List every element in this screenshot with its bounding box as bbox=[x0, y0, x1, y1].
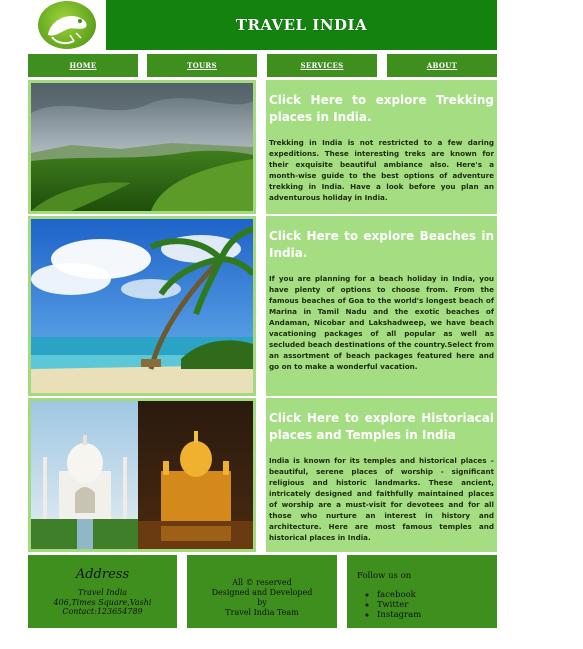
nav-tours-link[interactable]: TOURS bbox=[147, 54, 257, 77]
beaches-text-panel: Click Here to explore Beaches in India. … bbox=[266, 216, 497, 396]
trekking-description: Trekking in India is not restricted to a… bbox=[269, 138, 494, 202]
credits-line: All © reserved bbox=[232, 578, 292, 587]
trekking-image-frame bbox=[28, 80, 256, 214]
address-line: Contact:123654789 bbox=[62, 607, 143, 616]
historical-description: India is known for its temples and histo… bbox=[269, 456, 494, 542]
address-lines: Travel India 406,Times Square,Vashi Cont… bbox=[28, 588, 177, 617]
beaches-image-frame bbox=[28, 216, 256, 396]
header-bar: TRAVEL INDIA bbox=[106, 0, 497, 50]
follow-heading: Follow us on bbox=[357, 571, 412, 581]
facebook-link[interactable]: facebook bbox=[377, 590, 497, 600]
site-title: TRAVEL INDIA bbox=[235, 16, 368, 34]
chameleon-logo-icon bbox=[38, 1, 96, 49]
footer-credits: All © reserved Designed and Developed by… bbox=[187, 555, 337, 628]
trekking-explore-link[interactable]: Click Here to explore Trekking places in… bbox=[269, 92, 494, 126]
credits-line: Travel India Team bbox=[225, 608, 299, 617]
historical-explore-link[interactable]: Click Here to explore Historiacal places… bbox=[269, 410, 494, 444]
nav-home-link[interactable]: HOME bbox=[28, 54, 138, 77]
trekking-section: Click Here to explore Trekking places in… bbox=[28, 80, 497, 214]
social-links: facebook Twitter Instagram bbox=[347, 590, 497, 620]
address-line: 406,Times Square,Vashi bbox=[53, 597, 152, 607]
historical-section: Click Here to explore Historiacal places… bbox=[28, 398, 497, 552]
address-heading: Address bbox=[75, 567, 130, 582]
beaches-explore-link[interactable]: Click Here to explore Beaches in India. bbox=[269, 228, 494, 262]
beaches-section: Click Here to explore Beaches in India. … bbox=[28, 216, 497, 396]
credits-line: Designed and Developed bbox=[211, 588, 313, 597]
nav-about-link[interactable]: ABOUT bbox=[387, 54, 497, 77]
mountain-landscape-image bbox=[31, 83, 253, 211]
historical-text-panel: Click Here to explore Historiacal places… bbox=[266, 398, 497, 552]
address-line: Travel India bbox=[77, 588, 128, 597]
trekking-text-panel: Click Here to explore Trekking places in… bbox=[266, 80, 497, 214]
footer-address: Address Travel India 406,Times Square,Va… bbox=[28, 555, 177, 628]
twitter-link[interactable]: Twitter bbox=[377, 600, 497, 610]
credits-text: All © reserved Designed and Developed by… bbox=[187, 555, 337, 618]
historical-image-frame bbox=[28, 398, 256, 552]
taj-mahal-golden-temple-image bbox=[31, 401, 253, 549]
beaches-description: If you are planning for a beach holiday … bbox=[269, 274, 494, 371]
beach-palm-image bbox=[31, 219, 253, 393]
footer-social: Follow us on facebook Twitter Instagram bbox=[347, 555, 497, 628]
instagram-link[interactable]: Instagram bbox=[377, 610, 497, 620]
logo[interactable] bbox=[28, 0, 106, 50]
nav-services-link[interactable]: SERVICES bbox=[267, 54, 377, 77]
credits-line: by bbox=[257, 598, 267, 607]
